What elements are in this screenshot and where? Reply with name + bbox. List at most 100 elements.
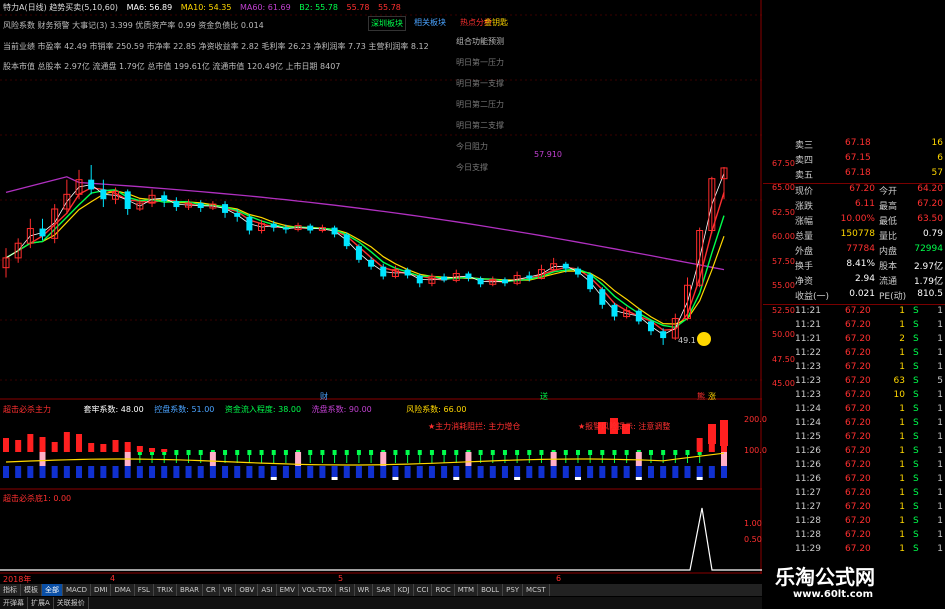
menu-item-support-1[interactable]: 明日第一支撑: [453, 73, 525, 94]
indicator1-pink-bar: [380, 452, 387, 466]
tab-17[interactable]: SAR: [373, 584, 395, 596]
indicator1-white-tick: [453, 477, 460, 480]
golden-key-button[interactable]: 金钥匙: [482, 16, 510, 29]
stat-label: 最低: [879, 217, 898, 227]
tab-10[interactable]: VR: [220, 584, 237, 596]
indicator1-blue-bar: [76, 466, 83, 478]
indicator1-green-pin: [320, 450, 325, 455]
tick-volume: 1: [899, 362, 905, 372]
stat-label: 外盘: [795, 247, 814, 257]
indicator1-green-pin: [223, 450, 228, 455]
menu-item-support-2[interactable]: 明日第二支撑: [453, 115, 525, 136]
tick-row: 11:25 67.20 1 S 1: [763, 432, 945, 446]
tick-price: 67.20: [845, 404, 871, 414]
tab-1[interactable]: 模板: [21, 584, 42, 596]
indicator1-green-pin: [332, 450, 337, 455]
tab-14[interactable]: VOL-TDX: [299, 584, 337, 596]
tab-2[interactable]: 全部: [42, 584, 63, 596]
indicator1-blue-bar: [222, 466, 229, 478]
info-line-risk: 风险系数 财务预警 大事记(3) 3.399 优质资产率 0.99 资金负债比 …: [3, 21, 264, 30]
tick-count: 1: [937, 334, 943, 344]
tab-4[interactable]: DMI: [91, 584, 112, 596]
menu-item-support-today[interactable]: 今日支撑: [453, 157, 525, 178]
tick-count: 1: [937, 516, 943, 526]
indicator1-blue-bar: [538, 466, 545, 478]
menu-item-pressure-2[interactable]: 明日第二压力: [453, 94, 525, 115]
tick-volume: 63: [893, 376, 905, 386]
tick-volume: 1: [899, 516, 905, 526]
tick-count: 1: [937, 460, 943, 470]
tab-6[interactable]: FSL: [135, 584, 154, 596]
indicator1-green-pin: [247, 450, 252, 455]
tick-volume: 2: [899, 334, 905, 344]
related-board-button[interactable]: 相关板块: [412, 16, 448, 29]
menu-item-pressure-1[interactable]: 明日第一压力: [453, 52, 525, 73]
candle-body-down: [501, 279, 508, 284]
time-axis-june: 6: [556, 574, 562, 583]
tab-16[interactable]: WR: [355, 584, 374, 596]
watermark-logo: 乐淘公式网 www.60lt.com: [763, 559, 945, 609]
tab-15[interactable]: RSI: [336, 584, 355, 596]
prediction-menu: 组合功能预测 明日第一压力 明日第一支撑 明日第二压力 明日第二支撑 今日阻力 …: [453, 31, 525, 178]
tab-22[interactable]: BOLL: [478, 584, 504, 596]
indicator1-trapped: 套牢系数: 48.00: [83, 405, 144, 414]
tool-tab-1[interactable]: 扩展A: [28, 597, 54, 609]
deep-board-button[interactable]: 深圳板块: [368, 16, 406, 31]
indicator1-green-pin: [235, 450, 240, 455]
candle-body-down: [526, 275, 533, 279]
indicator2-chart[interactable]: [0, 490, 762, 574]
indicator1-blue-bar: [684, 466, 691, 478]
menu-item-resistance-today[interactable]: 今日阻力: [453, 136, 525, 157]
tick-price: 67.20: [845, 530, 871, 540]
indicator1-green-pin: [186, 450, 191, 455]
candle-body-down: [416, 275, 423, 284]
candle-body-down: [197, 203, 204, 209]
tab-9[interactable]: CR: [203, 584, 220, 596]
indicator1-blue-bar: [331, 466, 338, 478]
tab-19[interactable]: CCI: [414, 584, 433, 596]
info-line-performance: 当前业绩 市盈率 42.49 市销率 250.59 市净率 22.85 净资收益…: [3, 42, 429, 51]
indicator1-blue-bar: [355, 466, 362, 478]
indicator1-red-bar: [39, 437, 46, 452]
tab-13[interactable]: EMV: [277, 584, 299, 596]
candle-body-down: [477, 278, 484, 285]
tab-23[interactable]: PSY: [503, 584, 524, 596]
tab-12[interactable]: ASI: [258, 584, 277, 596]
candle-body-down: [246, 216, 253, 231]
tool-tab-0[interactable]: 开弹幕: [0, 597, 28, 609]
candle-body-down: [635, 310, 642, 322]
stat-value: 150778: [840, 229, 875, 239]
tab-7[interactable]: TRIX: [154, 584, 177, 596]
candle-body-down: [404, 269, 411, 276]
tab-11[interactable]: OBV: [236, 584, 259, 596]
tick-time: 11:24: [795, 418, 821, 428]
ma60-label: MA60: 61.69: [240, 3, 291, 12]
indicator1-blue-bar: [136, 466, 143, 478]
indicator1-green-pin: [356, 450, 361, 455]
stat-row: 现价 67.20 今开 64.20: [763, 184, 945, 199]
tick-volume: 1: [899, 446, 905, 456]
tick-row: 11:29 67.20 1 S 1: [763, 544, 945, 558]
tick-row: 11:21 67.20 1 S 1: [763, 320, 945, 334]
tab-21[interactable]: MTM: [455, 584, 479, 596]
tab-18[interactable]: KDJ: [395, 584, 414, 596]
indicator1-blue-bar: [465, 466, 472, 478]
tick-price: 67.20: [845, 390, 871, 400]
tab-3[interactable]: MACD: [63, 584, 91, 596]
tab-24[interactable]: MCST: [523, 584, 550, 596]
indicator1-red-bar: [27, 434, 34, 452]
menu-title[interactable]: 组合功能预测: [453, 31, 525, 52]
candlestick-chart[interactable]: [0, 0, 762, 400]
tab-5[interactable]: DMA: [111, 584, 135, 596]
tool-tab-2[interactable]: 关联报价: [54, 597, 89, 609]
tab-0[interactable]: 指标: [0, 584, 21, 596]
candle-body-down: [368, 259, 375, 267]
indicator1-green-pin: [271, 450, 276, 455]
stat-value: 77784: [846, 244, 875, 254]
tab-20[interactable]: ROC: [432, 584, 455, 596]
indicator1-green-pin: [393, 450, 398, 455]
logo-title: 乐淘公式网: [775, 565, 875, 589]
tab-8[interactable]: BRAR: [177, 584, 203, 596]
ask-label: 卖五: [795, 171, 814, 181]
indicator1-blue-bar: [489, 466, 496, 478]
